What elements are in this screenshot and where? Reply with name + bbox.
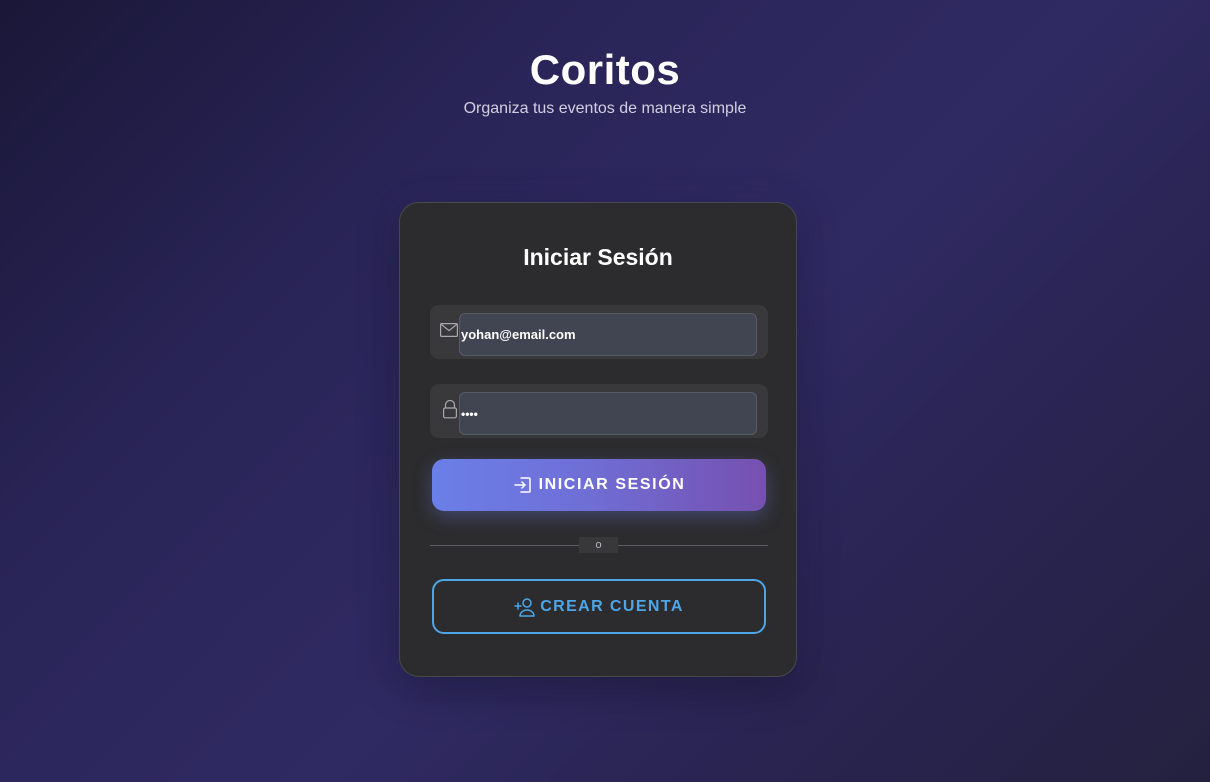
login-card-title: Iniciar Sesión: [523, 244, 673, 270]
create-account-button[interactable]: CREAR CUENTA: [432, 579, 766, 634]
mail-icon: [440, 323, 458, 341]
lock-icon: [440, 399, 458, 420]
brand-header: Coritos Organiza tus eventos de manera s…: [0, 45, 1210, 119]
app-title: Coritos: [529, 46, 681, 93]
create-account-label: CREAR CUENTA: [540, 597, 684, 615]
email-field-group: yohan@email.com: [430, 305, 768, 359]
add-user-icon: [514, 597, 535, 617]
email-field[interactable]: yohan@email.com: [459, 313, 757, 356]
login-icon: [513, 475, 533, 495]
password-field-group: ••••: [430, 384, 768, 438]
password-field[interactable]: ••••: [459, 392, 757, 435]
app-subtitle: Organiza tus eventos de manera simple: [463, 100, 747, 117]
login-card: Iniciar Sesión yohan@email.com •••• INIC…: [399, 202, 797, 677]
login-button-label: INICIAR SESIÓN: [538, 476, 686, 493]
login-button[interactable]: INICIAR SESIÓN: [432, 459, 766, 511]
divider-label: o: [579, 537, 618, 553]
